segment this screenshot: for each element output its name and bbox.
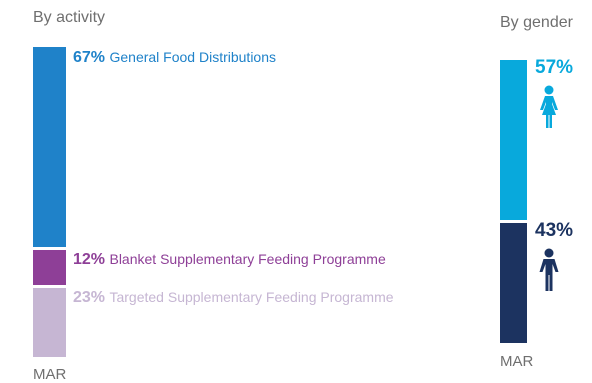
male-figure-icon: [539, 248, 559, 292]
gender-chart: 57% 43%: [0, 0, 592, 383]
gender-percent-female: 57%: [535, 57, 574, 78]
gender-period-label: MAR: [500, 353, 534, 370]
gender-percent-male: 43%: [535, 219, 574, 241]
female-figure-icon: [539, 85, 559, 129]
gender-bar-female: [500, 60, 527, 220]
gender-bar-male: [500, 222, 527, 343]
